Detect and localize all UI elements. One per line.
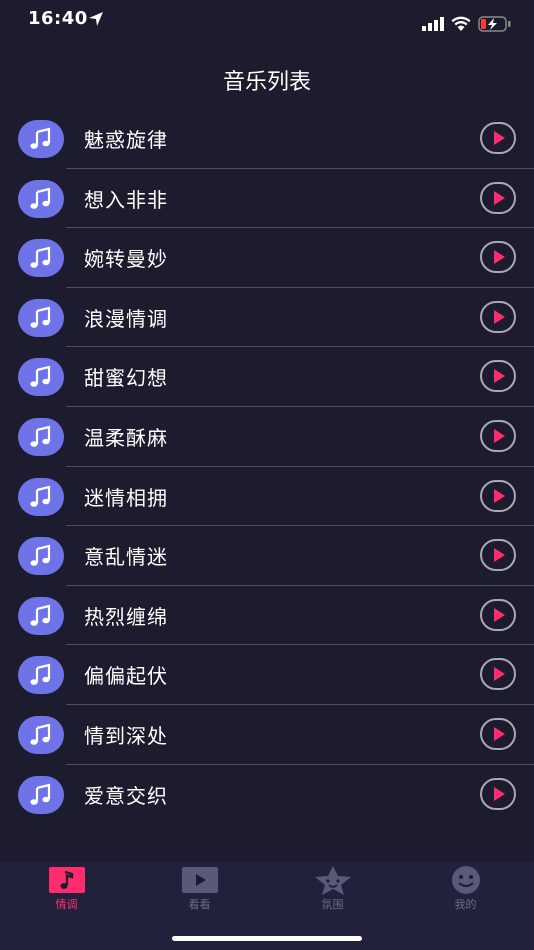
play-button[interactable] [480,181,516,214]
music-note-icon [49,867,85,893]
music-note-icon [18,120,64,158]
tab-qingdiao[interactable]: 情调 [0,862,133,922]
smiley-face-icon [452,866,480,894]
tab-label: 看看 [188,898,211,911]
music-note-icon [18,298,64,337]
music-list-item[interactable]: 偏偏起伏 [0,645,534,705]
music-list-item[interactable]: 浪漫情调 [0,288,534,348]
music-note-icon [18,179,64,218]
video-play-icon [182,867,218,893]
play-button[interactable] [480,539,516,572]
music-list-item[interactable]: 温柔酥麻 [0,407,534,467]
play-button[interactable] [480,479,516,512]
battery-charging-icon [478,16,511,32]
music-list-item[interactable]: 想入非非 [0,169,534,229]
music-list-item[interactable]: 甜蜜幻想 [0,347,534,407]
music-list-item[interactable]: 情到深处 [0,705,534,765]
music-title: 想入非非 [84,187,168,212]
play-button[interactable] [480,300,516,333]
status-time: 16:40 [28,8,88,29]
play-button[interactable] [480,598,516,631]
music-title: 魅惑旋律 [84,128,168,152]
page-title: 音乐列表 [222,70,311,95]
tab-fenwei[interactable]: 氛围 [266,862,399,922]
music-title: 婉转曼妙 [84,247,168,272]
music-title: 意乱情迷 [84,545,168,570]
music-note-icon [18,477,64,516]
music-list-item[interactable]: 婉转曼妙 [0,228,534,288]
play-button[interactable] [480,419,516,452]
play-button[interactable] [480,658,516,691]
music-title: 迷情相拥 [84,485,168,510]
play-button[interactable] [480,717,516,750]
music-list-item[interactable]: 魅惑旋律 [0,109,534,169]
music-title: 爱意交织 [84,783,168,808]
status-bar: 16:40 [0,0,534,44]
music-list-item[interactable]: 爱意交织 [0,765,534,825]
music-list-item[interactable]: 热烈缠绵 [0,586,534,646]
music-note-icon [18,239,64,278]
music-title: 温柔酥麻 [84,425,168,450]
music-note-icon [18,775,64,814]
music-note-icon [18,537,64,576]
play-button[interactable] [480,241,516,274]
music-note-icon [18,358,64,397]
play-button[interactable] [480,360,516,393]
location-arrow-icon [89,12,103,26]
music-title: 浪漫情调 [84,306,168,331]
music-note-icon [18,656,64,695]
music-note-icon [18,417,64,456]
music-note-icon [18,596,64,635]
star-face-icon [315,866,351,895]
music-note-icon [18,715,64,754]
music-title: 甜蜜幻想 [84,366,168,391]
tab-wode[interactable]: 我的 [399,862,532,922]
music-list-item[interactable]: 意乱情迷 [0,526,534,586]
tab-label: 氛围 [321,898,344,911]
play-button[interactable] [480,777,516,810]
wifi-icon [451,16,471,31]
play-button[interactable] [480,122,516,154]
music-list-item[interactable]: 迷情相拥 [0,467,534,527]
home-indicator[interactable] [172,936,362,941]
music-title: 情到深处 [84,723,168,748]
music-list: 魅惑旋律 想入非非 婉转曼妙 浪漫情调 甜蜜幻想 温柔酥麻 迷情相拥 意乱情迷 … [0,109,534,824]
music-title: 热烈缠绵 [84,604,168,629]
tab-kankan[interactable]: 看看 [133,862,266,922]
tab-label: 我的 [454,898,477,911]
music-title: 偏偏起伏 [84,664,168,689]
tab-label: 情调 [55,898,78,911]
cellular-signal-icon [422,17,444,31]
